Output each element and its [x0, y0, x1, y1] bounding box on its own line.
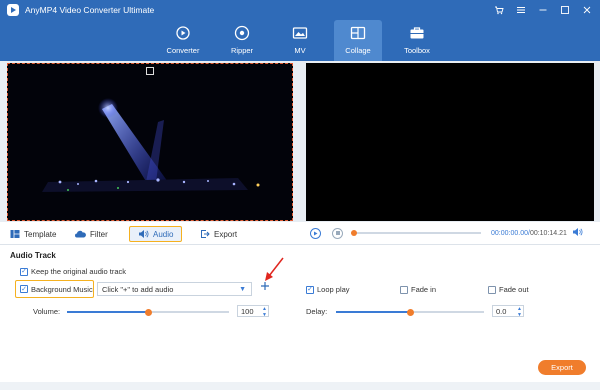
delay-fill [336, 311, 410, 313]
nav-tab-ripper[interactable]: Ripper [218, 20, 266, 61]
playback-knob[interactable] [351, 230, 357, 236]
checkbox-label: Fade out [499, 285, 529, 294]
app-logo-icon [7, 4, 19, 16]
total-time: 00:10:14.21 [529, 229, 567, 237]
footer-band [0, 382, 600, 390]
editor-tab-bar: Template Filter Audio Export [0, 224, 300, 244]
mv-icon [292, 25, 308, 41]
maximize-icon[interactable] [558, 3, 572, 17]
frame-indicator-icon [146, 67, 154, 75]
menu-icon[interactable] [514, 3, 528, 17]
checkbox-label: Keep the original audio track [31, 267, 127, 276]
nav-tab-label: Collage [345, 46, 371, 55]
tab-filter[interactable]: Filter [75, 226, 108, 242]
close-icon[interactable] [580, 3, 594, 17]
player-controls: 00:00:00.00/00:10:14.21 [306, 224, 594, 242]
nav-tab-mv[interactable]: MV [276, 20, 324, 61]
delay-value: 0.0 [496, 306, 507, 316]
collage-icon [350, 25, 366, 41]
app-title: AnyMP4 Video Converter Ultimate [25, 5, 155, 15]
minimize-icon[interactable] [536, 3, 550, 17]
tab-export[interactable]: Export [200, 226, 237, 242]
nav-tab-label: MV [294, 46, 306, 55]
delay-input[interactable]: 0.0 ▲ ▼ [492, 305, 524, 318]
play-icon [314, 231, 318, 235]
tab-label: Export [214, 229, 238, 239]
tab-label: Template [24, 229, 57, 239]
volume-icon[interactable] [572, 227, 583, 239]
chevron-down-icon: ▼ [239, 286, 246, 293]
spin-down-icon[interactable]: ▼ [262, 312, 267, 318]
volume-input[interactable]: 100 ▲ ▼ [237, 305, 269, 318]
preview-area [0, 61, 600, 222]
audio-file-dropdown[interactable]: Click "+" to add audio ▼ [97, 282, 252, 296]
checkbox-label: Loop play [317, 285, 350, 294]
nav-tab-label: Converter [166, 46, 200, 55]
playback-progress[interactable] [351, 230, 481, 236]
cart-icon[interactable] [492, 3, 506, 17]
toolbox-icon [409, 25, 425, 41]
checkbox-label: Fade in [411, 285, 437, 294]
stop-button[interactable] [332, 227, 343, 239]
dropdown-value: Click "+" to add audio [102, 284, 174, 294]
fade-in-checkbox[interactable]: Fade in [400, 285, 436, 294]
spin-down-icon[interactable]: ▼ [517, 312, 522, 318]
keep-original-checkbox[interactable]: ✓ Keep the original audio track [20, 267, 126, 276]
checkbox-checked-icon: ✓ [20, 285, 28, 293]
stop-icon [335, 231, 340, 235]
concert-video-frame [8, 64, 292, 220]
audio-icon [139, 230, 149, 238]
volume-slider[interactable] [67, 308, 229, 316]
nav-tab-toolbox[interactable]: Toolbox [393, 20, 441, 61]
volume-knob[interactable] [144, 308, 152, 316]
nav-tab-collage[interactable]: Collage [334, 20, 382, 61]
checkbox-checked-icon: ✓ [306, 285, 314, 294]
filter-icon [75, 230, 86, 238]
fade-out-checkbox[interactable]: Fade out [488, 285, 529, 294]
tab-template[interactable]: Template [10, 226, 56, 242]
volume-fill [67, 311, 148, 313]
checkbox-checked-icon: ✓ [20, 267, 28, 276]
template-icon [10, 230, 20, 238]
collage-cell-preview[interactable] [7, 63, 293, 221]
nav-tab-converter[interactable]: Converter [159, 20, 207, 61]
red-arrow-icon [265, 257, 284, 281]
checkbox-label: Background Music [31, 284, 93, 294]
play-button[interactable] [310, 227, 321, 239]
current-time: 00:00:00.00 [491, 229, 528, 237]
tab-audio[interactable]: Audio [129, 226, 183, 242]
ripper-icon [234, 25, 250, 41]
output-preview [306, 63, 594, 221]
export-button[interactable]: Export [538, 360, 586, 375]
delay-slider[interactable] [336, 308, 484, 316]
nav-tab-label: Ripper [230, 46, 254, 55]
divider [0, 244, 600, 245]
tab-label: Filter [90, 229, 108, 239]
checkbox-unchecked-icon [488, 285, 496, 294]
loop-play-checkbox[interactable]: ✓ Loop play [306, 285, 350, 294]
delay-label: Delay: [306, 307, 328, 316]
section-title: Audio Track [10, 251, 56, 260]
tab-label: Audio [153, 229, 174, 239]
converter-icon [175, 25, 191, 41]
delay-knob[interactable] [406, 308, 414, 316]
checkbox-unchecked-icon [400, 285, 408, 294]
volume-label: Volume: [33, 307, 61, 316]
time-display: 00:00:00.00/00:10:14.21 [491, 229, 567, 237]
background-music-checkbox[interactable]: ✓ Background Music [15, 280, 94, 298]
export-icon [201, 230, 210, 238]
title-bar: AnyMP4 Video Converter Ultimate Converte… [0, 0, 600, 61]
nav-tab-label: Toolbox [404, 46, 430, 55]
volume-value: 100 [241, 306, 254, 316]
